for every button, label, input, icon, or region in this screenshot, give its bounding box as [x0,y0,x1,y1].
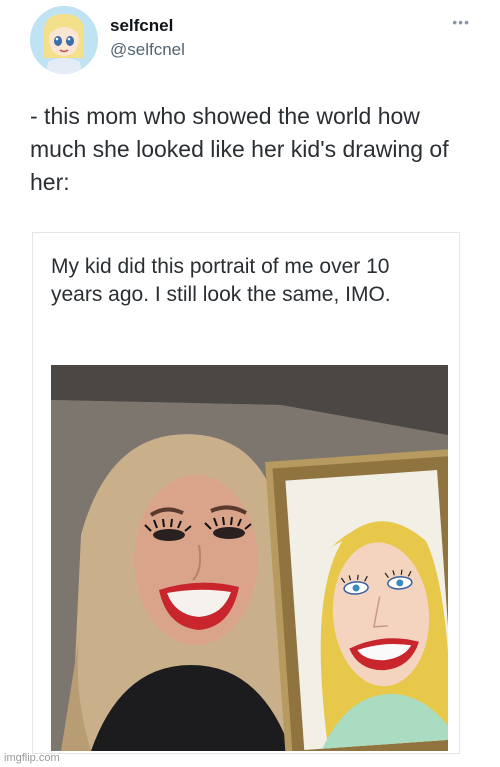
tweet-text: - this mom who showed the world how much… [30,103,449,195]
photo [51,365,448,751]
handle[interactable]: @selfcnel [110,40,185,60]
avatar[interactable] [30,6,98,74]
tweet-header: selfcnel @selfcnel ••• [30,6,470,76]
display-name[interactable]: selfcnel [110,16,173,36]
card-caption: My kid did this portrait of me over 10 y… [51,255,391,306]
more-icon[interactable]: ••• [452,14,470,30]
watermark: imgflip.com [4,752,60,764]
quoted-card[interactable]: My kid did this portrait of me over 10 y… [32,232,460,754]
